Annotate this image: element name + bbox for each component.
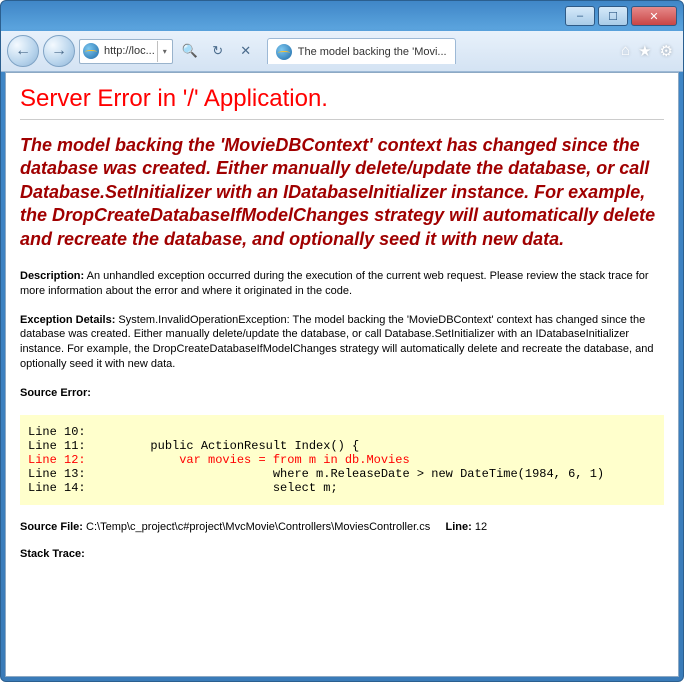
description-text: An unhandled exception occurred during t… bbox=[20, 270, 649, 297]
exception-label: Exception Details: bbox=[20, 314, 115, 326]
error-heading: Server Error in '/' Application. bbox=[20, 85, 664, 113]
arrow-right-icon: → bbox=[51, 42, 67, 60]
divider bbox=[20, 119, 664, 120]
address-bar[interactable]: http://loc... ▾ bbox=[79, 39, 173, 64]
line-number: 12 bbox=[475, 521, 487, 533]
close-button[interactable]: ✕ bbox=[631, 6, 677, 26]
address-text: http://loc... bbox=[102, 45, 157, 57]
refresh-icon: ↻ bbox=[212, 43, 223, 59]
ie-icon bbox=[83, 43, 99, 59]
error-message: The model backing the 'MovieDBContext' c… bbox=[20, 134, 664, 251]
search-button[interactable]: 🔍 bbox=[177, 39, 203, 63]
refresh-button[interactable]: ↻ bbox=[205, 39, 231, 63]
source-file-path: C:\Temp\c_project\c#project\MvcMovie\Con… bbox=[86, 521, 430, 533]
exception-text: System.InvalidOperationException: The mo… bbox=[20, 314, 653, 371]
stop-button[interactable]: ✕ bbox=[233, 39, 259, 63]
source-code-box: Line 10:Line 11: public ActionResult Ind… bbox=[20, 415, 664, 505]
description-label: Description: bbox=[20, 270, 84, 282]
minimize-button[interactable]: – bbox=[565, 6, 595, 26]
gear-icon[interactable]: ⚙ bbox=[660, 42, 673, 60]
browser-window: – ☐ ✕ ← → http://loc... ▾ 🔍 ↻ ✕ The mode… bbox=[0, 0, 684, 682]
code-line: Line 13: where m.ReleaseDate > new DateT… bbox=[28, 467, 656, 481]
page-content[interactable]: Server Error in '/' Application. The mod… bbox=[6, 73, 678, 676]
exception-block: Exception Details: System.InvalidOperati… bbox=[20, 313, 664, 372]
search-icon: 🔍 bbox=[182, 43, 198, 59]
command-bar: ⌂ ★ ⚙ bbox=[621, 42, 677, 60]
home-icon[interactable]: ⌂ bbox=[621, 42, 630, 60]
ie-icon bbox=[276, 44, 292, 60]
code-line: Line 14: select m; bbox=[28, 481, 656, 495]
source-file-block: Source File: C:\Temp\c_project\c#project… bbox=[20, 521, 664, 533]
tab-title: The model backing the 'Movi... bbox=[298, 46, 447, 58]
stack-trace-label-block: Stack Trace: bbox=[20, 547, 664, 562]
chevron-down-icon[interactable]: ▾ bbox=[157, 41, 172, 62]
description-block: Description: An unhandled exception occu… bbox=[20, 269, 664, 299]
source-file-label: Source File: bbox=[20, 521, 83, 533]
favorites-icon[interactable]: ★ bbox=[638, 42, 651, 60]
forward-button[interactable]: → bbox=[43, 35, 75, 67]
arrow-left-icon: ← bbox=[15, 42, 31, 60]
source-error-label-block: Source Error: bbox=[20, 386, 664, 401]
code-line: Line 11: public ActionResult Index() { bbox=[28, 439, 656, 453]
close-icon: ✕ bbox=[240, 43, 251, 59]
maximize-button[interactable]: ☐ bbox=[598, 6, 628, 26]
code-line-highlight: Line 12: var movies = from m in db.Movie… bbox=[28, 453, 656, 467]
stack-trace-label: Stack Trace: bbox=[20, 548, 85, 560]
source-error-label: Source Error: bbox=[20, 387, 91, 399]
browser-tab[interactable]: The model backing the 'Movi... bbox=[267, 38, 456, 64]
back-button[interactable]: ← bbox=[7, 35, 39, 67]
browser-toolbar: ← → http://loc... ▾ 🔍 ↻ ✕ The model back… bbox=[1, 31, 683, 72]
line-label: Line: bbox=[445, 521, 471, 533]
window-titlebar[interactable]: – ☐ ✕ bbox=[1, 1, 683, 31]
code-line: Line 10: bbox=[28, 425, 656, 439]
